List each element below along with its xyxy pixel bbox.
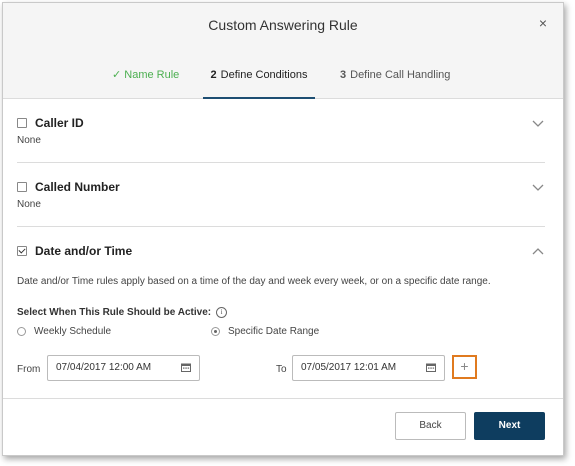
specific-date-range-radio[interactable] xyxy=(211,327,220,336)
divider xyxy=(17,226,545,227)
dialog-footer: Back Next xyxy=(3,398,563,455)
date-time-checkbox[interactable] xyxy=(17,246,27,256)
caller-id-value: None xyxy=(17,135,41,146)
back-button[interactable]: Back xyxy=(395,412,466,440)
step-number: 3 xyxy=(340,69,347,81)
calendar-icon[interactable] xyxy=(181,363,191,372)
called-number-value: None xyxy=(17,199,41,210)
specific-date-range-label: Specific Date Range xyxy=(228,326,320,337)
divider xyxy=(17,162,545,163)
step-define-conditions[interactable]: 2 Define Conditions xyxy=(203,67,315,99)
step-define-call-handling[interactable]: 3 Define Call Handling xyxy=(340,67,450,97)
to-label: To xyxy=(276,364,287,375)
date-time-header[interactable]: Date and/or Time xyxy=(17,244,545,258)
dialog-content: Caller ID None Called Number None Date a… xyxy=(3,99,563,399)
from-date-input[interactable]: 07/04/2017 12:00 AM xyxy=(47,355,200,381)
called-number-header[interactable]: Called Number xyxy=(17,180,545,194)
close-icon[interactable]: × xyxy=(539,15,547,31)
date-time-section: Date and/or Time xyxy=(17,244,545,258)
step-done-icon: ✓ xyxy=(112,69,122,81)
weekly-schedule-label: Weekly Schedule xyxy=(34,326,112,337)
called-number-checkbox[interactable] xyxy=(17,182,27,192)
step-number: 2 xyxy=(210,69,217,81)
chevron-down-icon[interactable] xyxy=(531,182,545,192)
dialog-header: Custom Answering Rule × ✓ Name Rule 2 Def… xyxy=(3,3,563,99)
called-number-title: Called Number xyxy=(35,180,120,194)
step-label: Name Rule xyxy=(124,69,180,81)
active-when-text: Select When This Rule Should be Active: xyxy=(17,307,212,318)
calendar-icon[interactable] xyxy=(426,363,436,372)
date-time-title: Date and/or Time xyxy=(35,244,133,258)
specific-date-range-option[interactable]: Specific Date Range xyxy=(211,326,319,337)
caller-id-title: Caller ID xyxy=(35,116,84,130)
date-time-description: Date and/or Time rules apply based on a … xyxy=(17,276,491,287)
to-date-value: 07/05/2017 12:01 AM xyxy=(301,362,397,373)
chevron-up-icon[interactable] xyxy=(531,246,545,256)
answering-rule-dialog: Custom Answering Rule × ✓ Name Rule 2 Def… xyxy=(2,2,564,456)
to-date-input[interactable]: 07/05/2017 12:01 AM xyxy=(292,355,445,381)
step-label: Define Conditions xyxy=(220,69,308,81)
weekly-schedule-option[interactable]: Weekly Schedule xyxy=(17,326,111,337)
caller-id-checkbox[interactable] xyxy=(17,118,27,128)
from-label: From xyxy=(17,364,41,375)
weekly-schedule-radio[interactable] xyxy=(17,327,26,336)
dialog-title: Custom Answering Rule xyxy=(208,17,358,33)
add-date-range-button[interactable]: + xyxy=(452,355,477,379)
caller-id-section: Caller ID None xyxy=(17,116,545,146)
step-name-rule[interactable]: ✓ Name Rule xyxy=(112,67,179,97)
chevron-down-icon[interactable] xyxy=(531,118,545,128)
next-button[interactable]: Next xyxy=(474,412,545,440)
active-when-label: Select When This Rule Should be Active: … xyxy=(17,307,228,318)
info-icon[interactable]: i xyxy=(216,307,228,318)
step-label: Define Call Handling xyxy=(350,69,451,81)
from-date-value: 07/04/2017 12:00 AM xyxy=(56,362,152,373)
wizard-steps: ✓ Name Rule 2 Define Conditions 3 Define C… xyxy=(3,67,563,99)
called-number-section: Called Number None xyxy=(17,180,545,210)
caller-id-header[interactable]: Caller ID xyxy=(17,116,545,130)
